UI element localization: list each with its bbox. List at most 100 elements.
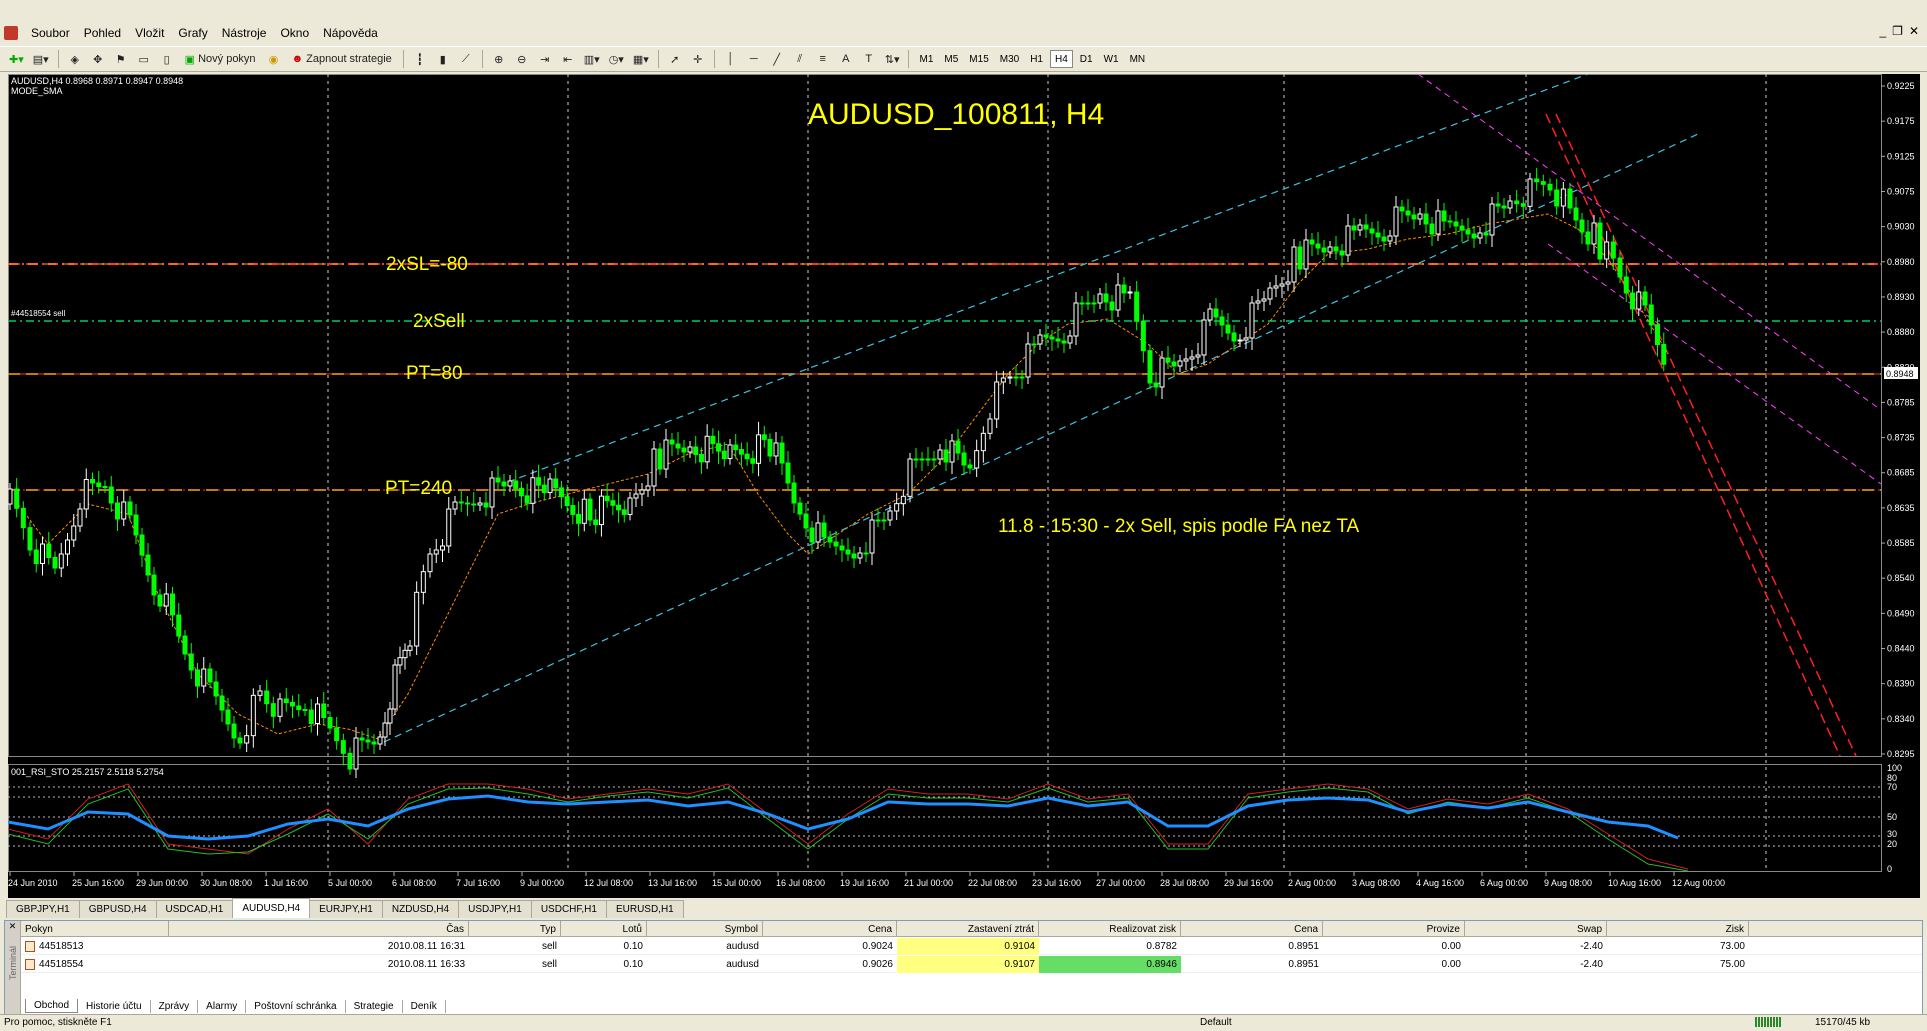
vertical-line-icon[interactable]: │ xyxy=(721,49,741,69)
stop-loss-cell[interactable]: 0.9107 xyxy=(897,956,1039,973)
col-provize[interactable]: Provize xyxy=(1323,921,1465,937)
tf-m5[interactable]: M5 xyxy=(940,50,962,68)
time-tick-label: 25 Jun 16:00 xyxy=(72,878,124,888)
tab-audusd[interactable]: AUDUSD,H4 xyxy=(232,898,311,918)
close-icon[interactable]: ✕ xyxy=(1909,24,1919,38)
tab-obchod[interactable]: Obchod xyxy=(25,999,79,1013)
market-watch-icon[interactable]: ◈ xyxy=(65,49,85,69)
tf-m30[interactable]: M30 xyxy=(996,50,1023,68)
tab-alarmy[interactable]: Alarmy xyxy=(198,1000,247,1013)
take-profit-cell[interactable]: 0.8946 xyxy=(1039,956,1181,973)
horizontal-line-icon[interactable]: ─ xyxy=(744,49,764,69)
text-icon[interactable]: A xyxy=(836,49,856,69)
tab-usdjpy[interactable]: USDJPY,H1 xyxy=(458,900,532,918)
profiles-icon[interactable]: ▤▾ xyxy=(30,49,52,69)
text-label-icon[interactable]: T xyxy=(859,49,879,69)
tab-eurjpy[interactable]: EURJPY,H1 xyxy=(309,900,383,918)
tab-zpravy[interactable]: Zprávy xyxy=(151,1000,199,1013)
col-symbol[interactable]: Symbol xyxy=(647,921,763,937)
zoom-out-icon[interactable]: ⊖ xyxy=(512,49,532,69)
candlestick-icon[interactable]: ▮ xyxy=(433,49,453,69)
tf-h4[interactable]: H4 xyxy=(1050,50,1073,68)
candle-body xyxy=(881,519,887,522)
col-take-profit[interactable]: Realizovat zisk xyxy=(1039,921,1181,937)
templates-icon[interactable]: ▦▾ xyxy=(630,49,652,69)
candle-body xyxy=(507,480,513,487)
arrows-icon[interactable]: ⇅▾ xyxy=(882,49,903,69)
tab-strategie[interactable]: Strategie xyxy=(346,1000,403,1013)
candle-body xyxy=(756,434,762,464)
chart-window[interactable]: AUDUSD,H4 0.8968 0.8971 0.8947 0.8948 MO… xyxy=(8,74,1920,898)
col-pokyn[interactable]: Pokyn xyxy=(21,921,169,937)
menu-napoveda[interactable]: Nápověda xyxy=(323,26,378,40)
candle-body xyxy=(669,439,675,445)
tf-h1[interactable]: H1 xyxy=(1026,50,1047,68)
menu-okno[interactable]: Okno xyxy=(280,26,309,40)
new-order-button[interactable]: ▣ Nový pokyn xyxy=(180,49,261,69)
minimize-icon[interactable]: _ xyxy=(1879,24,1886,38)
expert-advisors-button[interactable]: ☻ Zapnout strategie xyxy=(287,49,397,69)
chart-title: AUDUSD_100811, H4 xyxy=(808,98,1104,131)
tf-w1[interactable]: W1 xyxy=(1100,50,1123,68)
col-cas[interactable]: Čas xyxy=(169,921,469,937)
tab-denik[interactable]: Deník xyxy=(403,1000,446,1013)
candle-body xyxy=(1243,337,1249,341)
col-zisk[interactable]: Zisk xyxy=(1607,921,1749,937)
periods-icon[interactable]: ◷▾ xyxy=(606,49,627,69)
metaeditor-icon[interactable]: ◉ xyxy=(264,49,284,69)
data-window-icon[interactable]: ⚑ xyxy=(111,49,131,69)
ticket: 44518554 xyxy=(39,959,84,970)
navigator-icon[interactable]: ✥ xyxy=(88,49,108,69)
terminal-close-icon[interactable]: ✕ xyxy=(5,921,20,932)
crosshair-icon[interactable]: ✛ xyxy=(688,49,708,69)
tab-usdchf[interactable]: USDCHF,H1 xyxy=(530,900,607,918)
tf-d1[interactable]: D1 xyxy=(1076,50,1097,68)
tf-mn[interactable]: MN xyxy=(1126,50,1150,68)
toolbar-separator xyxy=(657,50,659,68)
candle-body xyxy=(1642,291,1648,306)
menu-vlozit[interactable]: Vložit xyxy=(135,26,164,40)
menu-grafy[interactable]: Grafy xyxy=(178,26,207,40)
candle-body xyxy=(433,549,439,555)
tf-m1[interactable]: M1 xyxy=(915,50,937,68)
tab-gbpusd[interactable]: GBPUSD,H4 xyxy=(78,900,157,918)
candle-body xyxy=(1471,233,1477,239)
take-profit-cell[interactable]: 0.8782 xyxy=(1039,938,1181,955)
zoom-in-icon[interactable]: ⊕ xyxy=(489,49,509,69)
autoscroll-icon[interactable]: ⇥ xyxy=(535,49,555,69)
tab-eurusd[interactable]: EURUSD,H1 xyxy=(605,900,684,918)
time-tick-label: 6 Aug 00:00 xyxy=(1480,878,1528,888)
channel-icon[interactable]: ⫽ xyxy=(790,49,810,69)
col-swap[interactable]: Swap xyxy=(1465,921,1607,937)
cursor-icon[interactable]: ➚ xyxy=(665,49,685,69)
fibonacci-icon[interactable]: ≡ xyxy=(813,49,833,69)
menu-pohled[interactable]: Pohled xyxy=(84,26,121,40)
candle-body xyxy=(900,495,906,505)
stop-loss-cell[interactable]: 0.9104 xyxy=(897,938,1039,955)
terminal-icon[interactable]: ▭ xyxy=(134,49,154,69)
restore-icon[interactable]: ❐ xyxy=(1892,24,1903,38)
tab-historie[interactable]: Historie účtu xyxy=(78,1000,151,1013)
col-cena[interactable]: Cena xyxy=(763,921,897,937)
tester-icon[interactable]: ▯ xyxy=(157,49,177,69)
indicators-icon[interactable]: ▥▾ xyxy=(581,49,603,69)
chart-shift-icon[interactable]: ⇤ xyxy=(558,49,578,69)
trendline-icon[interactable]: ╱ xyxy=(767,49,787,69)
candle-body xyxy=(1037,334,1043,345)
col-cena-current[interactable]: Cena xyxy=(1181,921,1323,937)
col-lotu[interactable]: Lotů xyxy=(561,921,647,937)
bar-chart-icon[interactable]: ┇ xyxy=(410,49,430,69)
tab-gbpjpy[interactable]: GBPJPY,H1 xyxy=(6,900,80,918)
new-chart-icon[interactable]: ✚▾ xyxy=(6,49,27,69)
line-chart-icon[interactable]: ⟋ xyxy=(456,49,476,69)
col-stop-loss[interactable]: Zastavení ztrát xyxy=(897,921,1039,937)
menu-nastroje[interactable]: Nástroje xyxy=(222,26,267,40)
tab-nzdusd[interactable]: NZDUSD,H4 xyxy=(381,900,460,918)
table-row[interactable]: 44518513 2010.08.11 16:31 sell 0.10 audu… xyxy=(21,938,1922,955)
tab-usdcad[interactable]: USDCAD,H1 xyxy=(155,900,234,918)
menu-soubor[interactable]: Soubor xyxy=(31,26,70,40)
table-row[interactable]: 44518554 2010.08.11 16:33 sell 0.10 audu… xyxy=(21,956,1922,973)
col-typ[interactable]: Typ xyxy=(469,921,561,937)
tab-postovni[interactable]: Poštovní schránka xyxy=(246,1000,346,1013)
tf-m15[interactable]: M15 xyxy=(965,50,992,68)
